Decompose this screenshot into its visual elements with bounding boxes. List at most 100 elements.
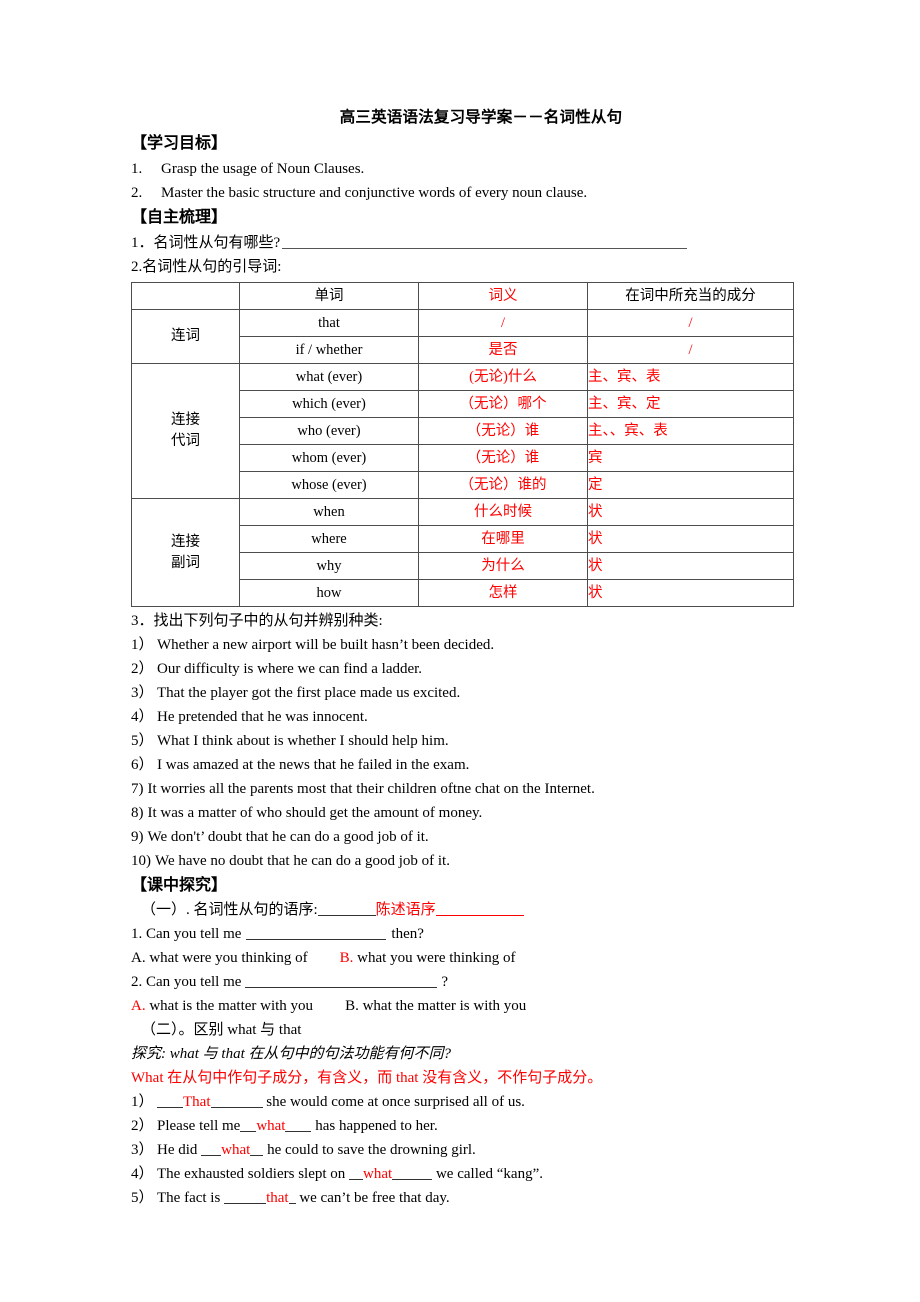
item-text: We don't’ doubt that he can do a good jo… bbox=[147, 829, 429, 845]
item-text-after: she would come at once surprised all of … bbox=[266, 1094, 525, 1110]
document-content: 高三英语语法复习导学案－－名词性从句 【学习目标】 1. Grasp the u… bbox=[131, 106, 811, 1210]
fill-blank-right[interactable] bbox=[392, 1179, 433, 1180]
objective-item: 2. Master the basic structure and conjun… bbox=[131, 181, 811, 205]
fill-blank-right[interactable] bbox=[250, 1155, 264, 1156]
inquiry-question-2: 2. Can you tell me? bbox=[131, 970, 811, 994]
table-group-label-adverb: 连接 副词 bbox=[131, 498, 240, 607]
table-row: 连接 副词 when 什么时候 状 bbox=[131, 498, 794, 607]
group-label-line-1: 连接 bbox=[171, 533, 200, 550]
fill-blank-left[interactable] bbox=[240, 1131, 257, 1132]
fill-blank-line[interactable] bbox=[282, 248, 688, 249]
item-text-after: has happened to her. bbox=[315, 1118, 438, 1134]
table-cell-role: 状 bbox=[587, 579, 794, 607]
fill-item: 4） The exhausted soldiers slept on what w… bbox=[131, 1162, 811, 1186]
item-text: That the player got the first place made… bbox=[157, 685, 461, 701]
fill-answer: what bbox=[221, 1142, 251, 1158]
table-cell-meaning: / bbox=[418, 309, 588, 337]
section-heading-inquiry: 【课中探究】 bbox=[131, 877, 228, 894]
item-text: It was a matter of who should get the am… bbox=[147, 805, 483, 821]
table-cell-role: 主、宾、定 bbox=[587, 390, 794, 418]
fill-item: 5） The fact is that we can’t be free that… bbox=[131, 1186, 811, 1210]
fill-blank-left[interactable] bbox=[201, 1155, 222, 1156]
item-text: We have no doubt that he can do a good j… bbox=[155, 853, 450, 869]
table-cell-meaning: （无论）哪个 bbox=[418, 390, 588, 418]
item-number: 5） bbox=[131, 1190, 154, 1206]
table-header-role: 在词中所充当的成分 bbox=[587, 282, 794, 310]
group-label-line-1: 连接 bbox=[171, 412, 200, 428]
table-cell-word: who (ever) bbox=[239, 417, 419, 445]
review-question-2: 2.名词性从句的引导词: bbox=[131, 259, 282, 275]
option-b-letter[interactable]: B. bbox=[345, 998, 359, 1014]
exercise3-item: 3） That the player got the first place ma… bbox=[131, 681, 811, 705]
item-number: 7) bbox=[131, 781, 144, 797]
option-a-letter[interactable]: A. bbox=[131, 950, 146, 966]
exercise3-item: 8) It was a matter of who should get the … bbox=[131, 801, 811, 825]
fill-blank-right[interactable] bbox=[285, 1131, 312, 1132]
table-cell-word: when bbox=[239, 498, 419, 526]
option-b-text: what you were thinking of bbox=[357, 950, 516, 966]
table-cell-role: 状 bbox=[587, 525, 794, 553]
option-a-text: what is the matter with you bbox=[149, 998, 314, 1014]
question-2-blank[interactable] bbox=[245, 987, 438, 988]
group-label-line-2: 代词 bbox=[171, 433, 200, 449]
option-a-letter[interactable]: A. bbox=[131, 998, 146, 1014]
group-label-line-2: 副词 bbox=[171, 554, 200, 571]
explore-text: what 与 that 在从句中的句法功能有何不同? bbox=[169, 1046, 452, 1062]
fill-answer: that bbox=[266, 1190, 289, 1206]
option-b-text: what the matter is with you bbox=[362, 998, 527, 1014]
option-b-letter[interactable]: B. bbox=[340, 950, 354, 966]
fill-blank-right[interactable] bbox=[288, 1203, 296, 1204]
table-cell-meaning: 在哪里 bbox=[418, 525, 588, 553]
table-cell-meaning: 为什么 bbox=[418, 552, 588, 580]
question-1-blank[interactable] bbox=[246, 939, 387, 940]
item-number: 3） bbox=[131, 1142, 154, 1158]
item-text: Our difficulty is where we can find a la… bbox=[157, 661, 423, 677]
inquiry-explanation: What 在从句中作句子成分，有含义，而 that 没有含义，不作句子成分。 bbox=[131, 1070, 603, 1086]
inquiry-part1-label: （一）. 名词性从句的语序: bbox=[141, 902, 318, 918]
inquiry-question-2-options: A. what is the matter with you B. what th… bbox=[131, 994, 811, 1018]
table-header-blank bbox=[131, 282, 240, 310]
fill-blank-left[interactable] bbox=[349, 1179, 364, 1180]
objective-number: 1. bbox=[131, 161, 143, 177]
option-a-text: what were you thinking of bbox=[149, 950, 308, 966]
fill-blank-left[interactable] bbox=[157, 1107, 183, 1108]
answer-blank-before[interactable] bbox=[317, 915, 376, 916]
item-number: 2） bbox=[131, 661, 154, 677]
item-number: 9) bbox=[131, 829, 144, 845]
table-group-label-conjunction: 连词 bbox=[131, 309, 240, 364]
table-cell-word: whose (ever) bbox=[239, 471, 419, 499]
fill-answer: what bbox=[256, 1118, 286, 1134]
table-cell-word: where bbox=[239, 525, 419, 553]
inquiry-question-1: 1. Can you tell me then? bbox=[131, 922, 811, 946]
table-row: 连接 代词 what (ever) (无论)什么 主、宾、表 bbox=[131, 363, 794, 499]
document-page: 高三英语语法复习导学案－－名词性从句 【学习目标】 1. Grasp the u… bbox=[0, 0, 920, 1302]
exercise3-item: 10) We have no doubt that he can do a goo… bbox=[131, 849, 811, 873]
table-cell-word: that bbox=[239, 309, 419, 337]
table-cell-word: why bbox=[239, 552, 419, 580]
table-cell-meaning: （无论）谁 bbox=[418, 417, 588, 445]
fill-blank-left[interactable] bbox=[224, 1203, 267, 1204]
conjunctive-words-table: 单词 词义 在词中所充当的成分 连词 that / / if / whether… bbox=[131, 282, 794, 607]
inquiry-part1-answer: 陈述语序 bbox=[375, 902, 436, 918]
fill-item: 3） He did what he could to save the drown… bbox=[131, 1138, 811, 1162]
item-text-before: He did bbox=[157, 1142, 198, 1158]
fill-blank-right[interactable] bbox=[210, 1107, 263, 1108]
question-2-prefix: 2. Can you tell me bbox=[131, 974, 242, 990]
item-number: 8) bbox=[131, 805, 144, 821]
table-cell-meaning: （无论）谁的 bbox=[418, 471, 588, 499]
explore-prefix: 探究: bbox=[131, 1046, 166, 1062]
exercise3-item: 9) We don't’ doubt that he can do a good … bbox=[131, 825, 811, 849]
fill-item: 2） Please tell me what has happened to her… bbox=[131, 1114, 811, 1138]
table-cell-meaning: （无论）谁 bbox=[418, 444, 588, 472]
page-title: 高三英语语法复习导学案－－名词性从句 bbox=[339, 109, 623, 126]
table-cell-word: what (ever) bbox=[239, 363, 419, 391]
exercise3-item: 6） I was amazed at the news that he faile… bbox=[131, 753, 811, 777]
table-cell-role: 状 bbox=[587, 498, 794, 526]
table-cell-role: 定 bbox=[587, 471, 794, 499]
item-number: 1） bbox=[131, 637, 154, 653]
answer-blank-after[interactable] bbox=[435, 915, 524, 916]
question-1-prefix: 1. Can you tell me bbox=[131, 926, 242, 942]
item-number: 4） bbox=[131, 709, 154, 725]
item-text: Whether a new airport will be built hasn… bbox=[157, 637, 495, 653]
item-number: 10) bbox=[131, 853, 151, 869]
